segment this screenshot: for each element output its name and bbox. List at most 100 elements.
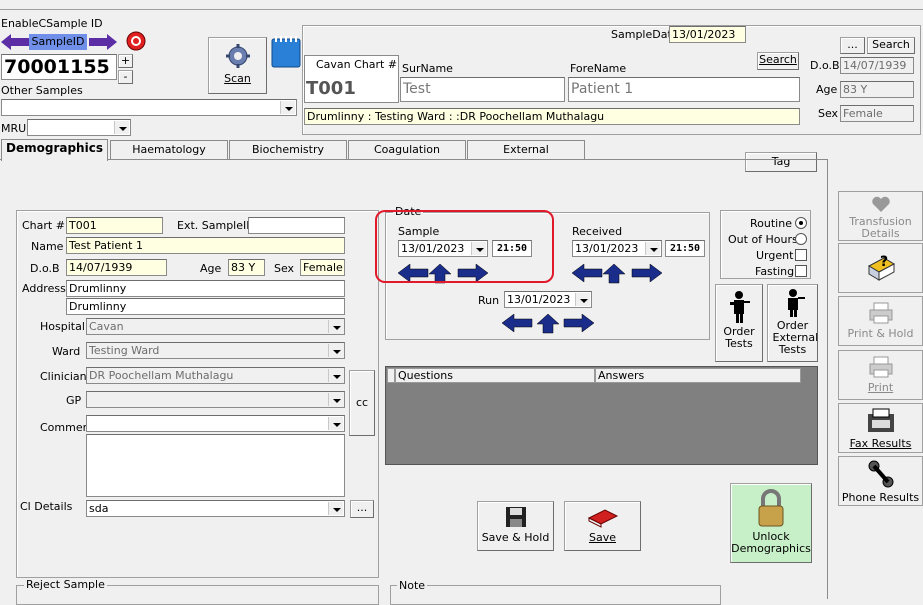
reject-sample-label: Reject Sample: [24, 578, 107, 591]
comment-combo[interactable]: [86, 415, 345, 432]
tab-haematology[interactable]: Haematology: [110, 140, 228, 159]
age-field-top[interactable]: 83 Y: [840, 81, 914, 98]
dots-button[interactable]: ...: [840, 37, 865, 54]
sex-field[interactable]: Female: [300, 259, 345, 276]
unlock-label: Unlock Demographics: [731, 530, 811, 555]
clinician-combo[interactable]: DR Poochellam Muthalagu: [86, 367, 345, 384]
order-tests-label: Order Tests: [723, 325, 755, 350]
transfusion-label: Transfusion Details: [849, 215, 912, 240]
phone-results-button[interactable]: Phone Results: [838, 456, 923, 506]
dob-field-top[interactable]: 14/07/1939: [840, 57, 914, 74]
cl-details-combo[interactable]: sda: [86, 500, 345, 517]
chart-label: Chart #: [22, 219, 65, 232]
tab-external[interactable]: External: [467, 140, 585, 159]
urgent-checkbox[interactable]: [795, 249, 807, 261]
address-line2[interactable]: Drumlinny: [66, 298, 345, 315]
ext-sample-label: Ext. SampleID: [177, 219, 255, 232]
surname-field[interactable]: Test: [400, 77, 565, 102]
name-field[interactable]: Test Patient 1: [66, 237, 345, 254]
increment-button[interactable]: +: [118, 54, 133, 68]
transfusion-details-button[interactable]: Transfusion Details: [838, 191, 923, 241]
out-of-hours-radio[interactable]: [795, 233, 807, 245]
floppy-disk-icon: [505, 507, 526, 527]
cavan-chart-label: Cavan Chart #: [316, 58, 398, 71]
tab-demographics[interactable]: Demographics: [1, 139, 108, 161]
mru-combo[interactable]: [27, 119, 131, 136]
forename-field[interactable]: Patient 1: [568, 77, 800, 102]
cc-button[interactable]: cc: [349, 370, 375, 436]
cl-details-value: sda: [89, 502, 109, 515]
print-button[interactable]: Print: [838, 350, 923, 400]
other-samples-combo[interactable]: [1, 99, 297, 116]
run-date-combo[interactable]: 13/01/2023: [504, 291, 592, 308]
tab-coagulation[interactable]: Coagulation: [348, 140, 466, 159]
title-strip: [0, 0, 923, 10]
tab-biochemistry[interactable]: Biochemistry: [229, 140, 347, 159]
forename-label: ForeName: [570, 62, 627, 75]
dob-field[interactable]: 14/07/1939: [66, 259, 167, 276]
decrement-button[interactable]: -: [118, 70, 133, 84]
notepad-icon[interactable]: [271, 36, 301, 68]
chart-field[interactable]: T001: [66, 217, 163, 234]
address-label: Address: [22, 282, 66, 295]
search-button[interactable]: Search: [757, 52, 799, 70]
run-label: Run: [478, 294, 500, 307]
dob-label-top: D.o.B: [810, 59, 840, 72]
gp-combo[interactable]: [86, 391, 345, 408]
scan-button[interactable]: Scan: [208, 37, 267, 94]
fax-results-button[interactable]: Fax Results: [838, 403, 923, 453]
urgent-label: Urgent: [756, 249, 794, 262]
prev-sample-arrow-icon[interactable]: [1, 34, 29, 50]
print-hold-button[interactable]: Print & Hold: [838, 296, 923, 346]
heart-icon: [871, 196, 890, 212]
age-field[interactable]: 83 Y: [228, 259, 265, 276]
right-arrow-icon: [631, 263, 663, 283]
run-arrows[interactable]: [501, 312, 595, 334]
fasting-checkbox[interactable]: [795, 265, 807, 277]
received-arrows[interactable]: [571, 262, 664, 284]
lifebuoy-icon[interactable]: [125, 30, 147, 52]
fax-results-label: Fax Results: [849, 437, 912, 450]
sample-id-label: SampleID: [29, 34, 87, 50]
location-field[interactable]: Drumlinny : Testing Ward : :DR Poochella…: [304, 108, 800, 125]
ward-label: Ward: [52, 345, 81, 358]
out-of-hours-label: Out of Hours: [728, 233, 798, 246]
padlock-icon: [758, 489, 784, 527]
routine-radio[interactable]: [795, 217, 807, 229]
note-group: [390, 585, 721, 605]
search-button-top[interactable]: Search: [867, 37, 915, 54]
comment-textarea[interactable]: [86, 434, 345, 497]
run-date-value: 13/01/2023: [507, 293, 571, 306]
grid-header-answers[interactable]: Answers: [595, 368, 801, 383]
received-label: Received: [572, 225, 623, 238]
sex-field-top[interactable]: Female: [840, 105, 914, 122]
clinician-value: DR Poochellam Muthalagu: [89, 369, 234, 382]
unlock-demographics-button[interactable]: Unlock Demographics: [730, 483, 812, 563]
ward-combo[interactable]: Testing Ward: [86, 342, 345, 359]
hospital-combo[interactable]: Cavan: [86, 318, 345, 335]
hospital-value: Cavan: [89, 320, 124, 333]
help-button[interactable]: ?: [838, 243, 923, 293]
save-button[interactable]: Save: [564, 501, 641, 551]
ward-value: Testing Ward: [89, 344, 160, 357]
received-date-combo[interactable]: 13/01/2023: [572, 240, 662, 257]
clinician-label: Clinician: [40, 370, 87, 383]
scan-label: Scan: [224, 72, 251, 85]
question-book-icon: ?: [867, 254, 895, 281]
order-external-tests-button[interactable]: Order External Tests: [767, 284, 818, 362]
address-line1[interactable]: Drumlinny: [66, 280, 345, 297]
waiter-icon: [730, 291, 750, 323]
grid-header-questions[interactable]: Questions: [395, 368, 595, 383]
next-sample-arrow-icon[interactable]: [89, 34, 117, 50]
received-date-value: 13/01/2023: [575, 242, 639, 255]
cl-details-dots-button[interactable]: ...: [350, 500, 374, 518]
save-hold-button[interactable]: Save & Hold: [477, 501, 554, 551]
received-time-field[interactable]: 21:50: [665, 240, 705, 257]
sample-date-field[interactable]: 13/01/2023: [669, 26, 746, 43]
left-arrow-icon: [501, 313, 533, 333]
right-arrow-icon: [563, 313, 595, 333]
ext-sample-field[interactable]: [248, 217, 345, 234]
order-tests-button[interactable]: Order Tests: [715, 284, 763, 362]
sex-label-top: Sex: [818, 107, 839, 120]
sample-id-input[interactable]: 70001155: [1, 54, 117, 80]
